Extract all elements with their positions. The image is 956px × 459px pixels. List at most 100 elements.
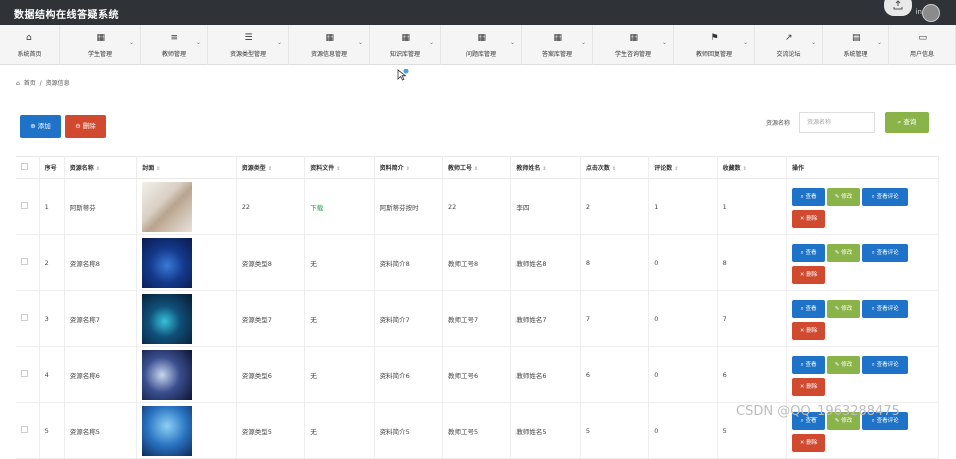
row-delete-button[interactable]: ✕ 删除 [792,377,826,396]
column-header[interactable]: 资源类型 ⇕ [236,156,306,179]
column-header[interactable]: 点击次数 ⇕ [580,156,650,179]
nav-item-label: 学生咨询管理 [614,51,652,58]
cell-clicks: 6 [580,346,650,403]
cell-cover [136,346,237,403]
cell-teacher-id: 教师工号6 [442,346,512,403]
delete-button[interactable]: ⊖ 删除 [65,115,106,138]
breadcrumb-separator: / [39,80,42,87]
table-row: 2 资源名称8 资源类型8 无资料简介8 教师工号8 教师姓名8 8 0 8 ⌕ 查看 ✎ 修改 … [16,234,939,291]
nav-item[interactable]: ▦ 资源信息管理 ⌄ [289,25,370,65]
cell-file: 无 [304,234,375,291]
cell-clicks: 2 [580,178,650,235]
column-header[interactable]: 资料简介 ⇕ [374,156,444,179]
search-button[interactable]: ⌕ 查询 [885,112,929,133]
select-all-checkbox[interactable] [16,156,40,179]
nav-item-label: 系统管理 [843,51,868,58]
chevron-down-icon: ⌄ [662,39,668,46]
row-delete-button[interactable]: ✕ 删除 [792,209,826,228]
home-icon: ⌂ [16,80,20,87]
cell-comments: 1 [648,178,718,235]
view-comments-button[interactable]: ⌕ 查看评论 [862,243,909,262]
nav-item[interactable]: ▭ 用户信息 [889,25,956,65]
edit-button[interactable]: ✎ 修改 [827,299,861,318]
column-header[interactable]: 教师工号 ⇕ [442,156,512,179]
row-delete-button[interactable]: ✕ 删除 [792,321,826,340]
nav-item[interactable]: ⚑ 教师回复管理 ⌄ [674,25,755,65]
cell-teacher-name: 教师姓名5 [510,402,581,459]
list-icon: ≡ [170,33,179,43]
row-checkbox[interactable] [16,346,40,403]
cell-type: 22 [236,178,306,235]
cell-no: 1 [39,178,65,235]
file-link: 无 [310,259,317,268]
nav-item[interactable]: ▦ 问题库管理 ⌄ [441,25,522,65]
nav-item[interactable]: ☰ 资源类型管理 ⌄ [208,25,289,65]
row-checkbox[interactable] [16,178,40,235]
column-header[interactable]: 资料文件 ⇕ [304,156,375,179]
view-comments-button[interactable]: ⌕ 查看评论 [862,355,909,374]
row-delete-button[interactable]: ✕ 删除 [792,265,826,284]
view-comments-button[interactable]: ⌕ 查看评论 [862,299,909,318]
column-header[interactable]: 教师姓名 ⇕ [510,156,581,179]
cell-type: 资源类型7 [236,290,306,347]
view-button[interactable]: ⌕ 查看 [792,243,826,262]
cover-image [142,237,193,288]
upload-button[interactable] [884,0,912,16]
cell-intro: 资料简介8 [374,234,444,291]
nav-item-label: 资源类型管理 [229,51,267,58]
view-button[interactable]: ⌕ 查看 [792,355,826,374]
breadcrumb: ⌂ 首页 / 资源信息 [16,78,72,87]
column-header: 序号 [39,156,65,179]
nav-item[interactable]: ▦ 答案库管理 ⌄ [522,25,593,65]
search-input[interactable]: 资源名称 [799,112,875,133]
cell-favorites: 1 [717,178,788,235]
cell-cover [136,402,237,459]
nav-item[interactable]: ⌂ 系统首页 [0,25,60,65]
add-button[interactable]: ⊕ 添加 [20,115,61,138]
cell-teacher-name: 李四 [510,178,581,235]
column-header[interactable]: 资源名称 ⇕ [64,156,138,179]
cell-intro: 资料简介6 [374,346,444,403]
edit-button[interactable]: ✎ 修改 [827,187,861,206]
row-checkbox[interactable] [16,234,40,291]
nav-item-label: 答案库管理 [541,51,573,58]
file-link: 无 [310,427,317,436]
nav-item[interactable]: ▦ 学生管理 ⌄ [60,25,141,65]
row-delete-button[interactable]: ✕ 删除 [792,433,826,452]
top-bar: 数据结构在线答疑系统 in [0,0,956,25]
view-button[interactable]: ⌕ 查看 [792,299,826,318]
chevron-down-icon: ⌄ [743,39,749,46]
cell-cover [136,234,237,291]
cell-name: 资源名称6 [64,346,138,403]
file-link[interactable]: 下载 [310,204,323,212]
table-row: 3 资源名称7 资源类型7 无资料简介7 教师工号7 教师姓名7 7 0 7 ⌕ 查看 ✎ 修改 … [16,290,939,347]
chevron-down-icon: ⌄ [811,39,817,46]
view-comments-button[interactable]: ⌕ 查看评论 [862,187,909,206]
cover-image [142,293,193,344]
flag-icon: ⚑ [710,33,719,43]
row-checkbox[interactable] [16,290,40,347]
avatar[interactable] [922,4,940,22]
column-header[interactable]: 收藏数 ⇕ [717,156,788,179]
nav-item-label: 资源信息管理 [310,51,348,58]
edit-button[interactable]: ✎ 修改 [827,355,861,374]
cell-file[interactable]: 下载 [304,178,375,235]
watermark: CSDN @QQ_1963288475 [736,404,900,419]
view-button[interactable]: ⌕ 查看 [792,187,826,206]
nav-item[interactable]: ▤ 系统管理 ⌄ [823,25,889,65]
edit-button[interactable]: ✎ 修改 [827,243,861,262]
home-icon: ⌂ [26,33,32,43]
breadcrumb-home[interactable]: 首页 [24,80,36,87]
column-header[interactable]: 封面 ⇕ [136,156,237,179]
nav-item[interactable]: ▦ 知识库管理 ⌄ [370,25,441,65]
row-checkbox[interactable] [16,402,40,459]
cell-name: 资源名称5 [64,402,138,459]
nav-item[interactable]: ↗ 交流论坛 ⌄ [755,25,823,65]
grid-icon: ▦ [553,33,563,43]
nav-item[interactable]: ▦ 学生咨询管理 ⌄ [593,25,674,65]
column-header[interactable]: 评论数 ⇕ [648,156,718,179]
nav-item[interactable]: ≡ 教师管理 ⌄ [141,25,208,65]
card-icon: ▭ [918,33,928,43]
main-nav: ⌂ 系统首页 ▦ 学生管理 ⌄ ≡ 教师管理 ⌄ ☰ 资源类型管理 ⌄ ▦ 资源信息管理 ⌄ ▦ 知识库管理 ⌄… [0,25,956,65]
cover-image [142,181,193,232]
